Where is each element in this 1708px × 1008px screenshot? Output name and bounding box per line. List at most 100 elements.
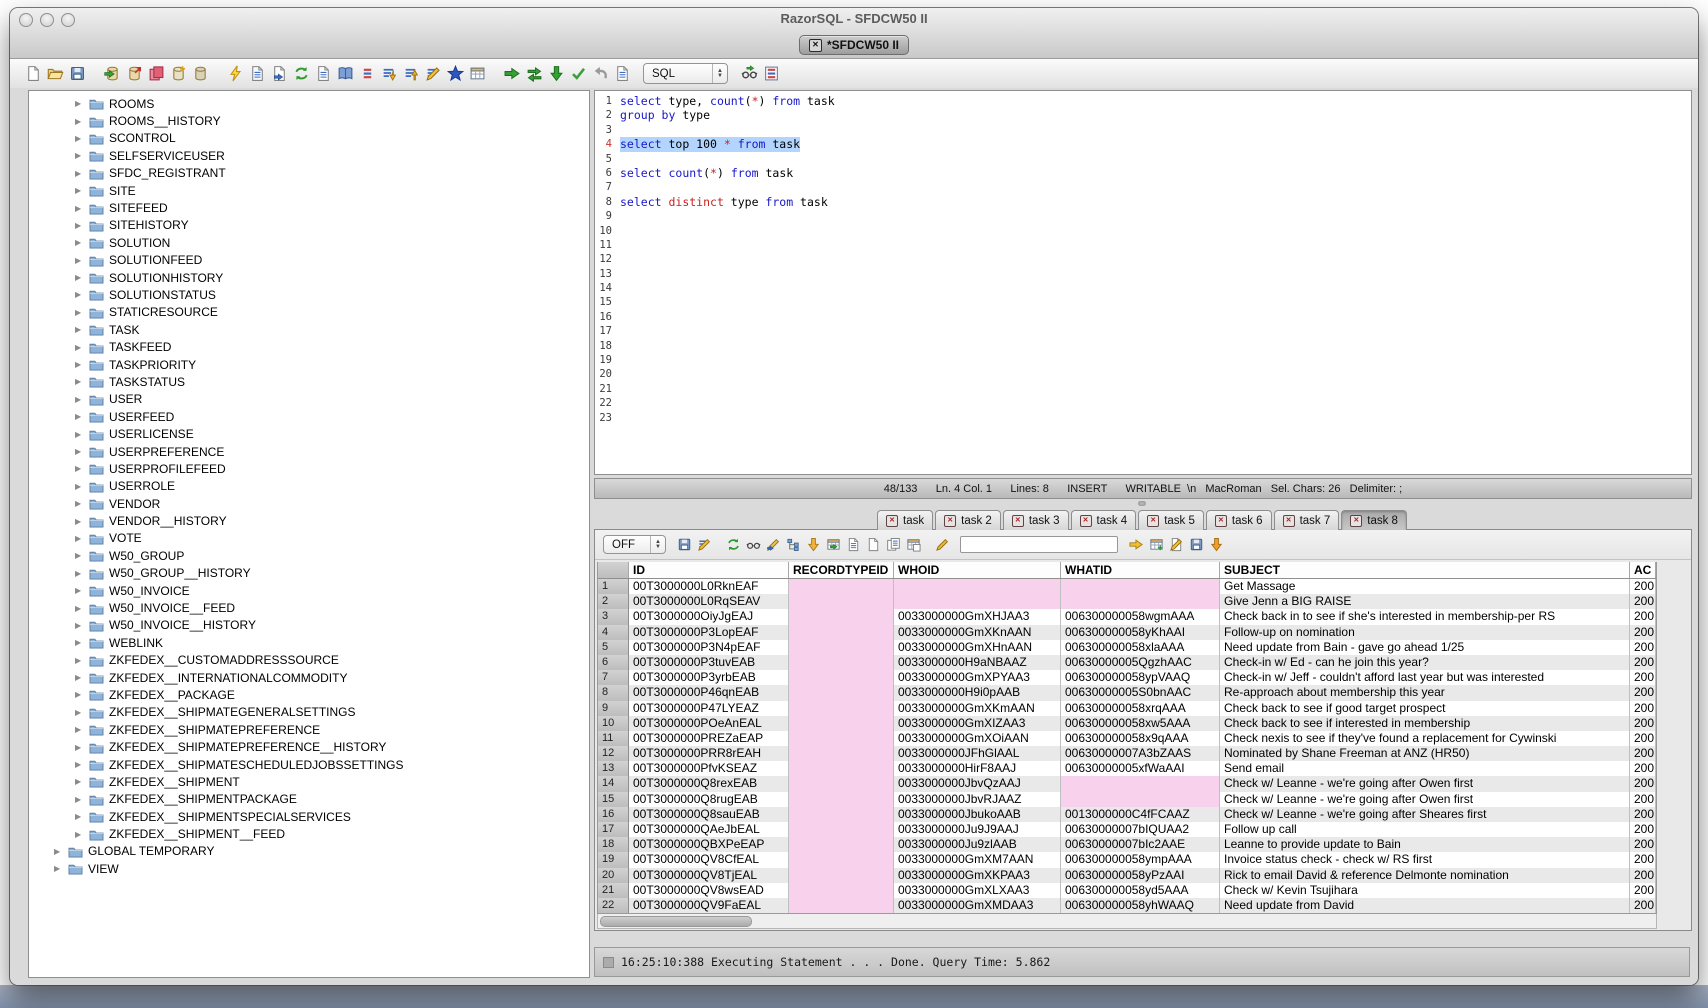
cell-ac[interactable]: 200 — [1630, 822, 1656, 837]
cell-recordtypeid[interactable] — [789, 746, 894, 761]
expand-icon[interactable]: ▶ — [75, 204, 87, 213]
expand-icon[interactable]: ▶ — [75, 308, 87, 317]
cell-whoid[interactable]: 0033000000H9i0pAAB — [894, 685, 1061, 700]
cell-ac[interactable]: 200 — [1630, 670, 1656, 685]
expand-icon[interactable]: ▶ — [54, 864, 66, 873]
expand-icon[interactable]: ▶ — [75, 604, 87, 613]
cell-whatid[interactable]: 006300000058ypVAAQ — [1061, 670, 1220, 685]
download-icon[interactable] — [1206, 535, 1226, 554]
close-tab-icon[interactable]: ✕ — [1283, 515, 1295, 527]
query-log-icon[interactable] — [611, 63, 633, 84]
expand-icon[interactable]: ▶ — [75, 708, 87, 717]
cell-rownum[interactable]: 13 — [598, 761, 629, 776]
cell-id[interactable]: 00T3000000QBXPeEAP — [629, 837, 789, 852]
edit-cell-icon[interactable] — [763, 535, 783, 554]
fetch-down-icon[interactable] — [545, 63, 567, 84]
expand-icon[interactable]: ▶ — [75, 134, 87, 143]
cell-whoid[interactable]: 0033000000JbukoAAB — [894, 807, 1061, 822]
expand-icon[interactable]: ▶ — [75, 656, 87, 665]
tree-item-rooms-history[interactable]: ▶ROOMS__HISTORY — [29, 112, 589, 129]
expand-icon[interactable]: ▶ — [75, 238, 87, 247]
cell-subject[interactable]: Send email — [1220, 761, 1630, 776]
tree-item-solutionfeed[interactable]: ▶SOLUTIONFEED — [29, 252, 589, 269]
expand-icon[interactable]: ▶ — [75, 812, 87, 821]
cell-rownum[interactable]: 22 — [598, 898, 629, 913]
expand-icon[interactable]: ▶ — [75, 99, 87, 108]
tree-item-weblink[interactable]: ▶WEBLINK — [29, 634, 589, 651]
export-results-icon[interactable] — [1146, 535, 1166, 554]
cell-rownum[interactable]: 3 — [598, 609, 629, 624]
titlebar[interactable]: RazorSQL - SFDCW50 II — [10, 8, 1698, 30]
cell-recordtypeid[interactable] — [789, 670, 894, 685]
expand-icon[interactable]: ▶ — [75, 795, 87, 804]
results-hscrollbar[interactable] — [597, 914, 1657, 929]
cell-ac[interactable]: 200 — [1630, 792, 1656, 807]
tree-item-solutionhistory[interactable]: ▶SOLUTIONHISTORY — [29, 269, 589, 286]
form-view-icon[interactable] — [843, 535, 863, 554]
result-tab-task-7[interactable]: ✕task 7 — [1274, 510, 1340, 530]
edit-query-icon[interactable] — [422, 63, 444, 84]
tree-item-zkfedex-shipmentspecialservices[interactable]: ▶ZKFEDEX__SHIPMENTSPECIALSERVICES — [29, 808, 589, 825]
cell-id[interactable]: 00T3000000QV8CfEAL — [629, 852, 789, 867]
refresh-schema-icon[interactable] — [290, 63, 312, 84]
expand-icon[interactable]: ▶ — [75, 325, 87, 334]
expand-icon[interactable]: ▶ — [75, 117, 87, 126]
cell-ac[interactable]: 200 — [1630, 609, 1656, 624]
tree-item-userfeed[interactable]: ▶USERFEED — [29, 408, 589, 425]
tree-item-w50-invoice-feed[interactable]: ▶W50_INVOICE__FEED — [29, 599, 589, 616]
cell-recordtypeid[interactable] — [789, 868, 894, 883]
tree-item-zkfedex-package[interactable]: ▶ZKFEDEX__PACKAGE — [29, 686, 589, 703]
filter-sort-icon[interactable] — [694, 535, 714, 554]
cell-whoid[interactable]: 0033000000GmXLXAA3 — [894, 883, 1061, 898]
expand-icon[interactable]: ▶ — [75, 377, 87, 386]
cell-rownum[interactable]: 6 — [598, 655, 629, 670]
expand-icon[interactable]: ▶ — [75, 690, 87, 699]
expand-icon[interactable]: ▶ — [75, 621, 87, 630]
cell-rownum[interactable]: 18 — [598, 837, 629, 852]
cell-id[interactable]: 00T3000000P46qnEAB — [629, 685, 789, 700]
view-row-icon[interactable] — [743, 535, 763, 554]
tree-item-vote[interactable]: ▶VOTE — [29, 530, 589, 547]
cell-subject[interactable]: Follow-up on nomination — [1220, 625, 1630, 640]
tree-item-vendor[interactable]: ▶VENDOR — [29, 495, 589, 512]
expand-icon[interactable]: ▶ — [75, 760, 87, 769]
cell-whoid[interactable]: 0033000000JbvRJAAZ — [894, 792, 1061, 807]
close-tab-icon[interactable]: ✕ — [1350, 515, 1362, 527]
statement-type-select[interactable]: SQL ▲▼ — [643, 63, 728, 84]
cell-id[interactable]: 00T3000000Q8rexEAB — [629, 776, 789, 791]
cell-subject[interactable]: Rick to email David & reference Delmonte… — [1220, 868, 1630, 883]
cell-subject[interactable]: Invoice status check - check w/ RS first — [1220, 852, 1630, 867]
cell-subject[interactable]: Leanne to provide update to Bain — [1220, 837, 1630, 852]
expand-icon[interactable]: ▶ — [75, 447, 87, 456]
expand-icon[interactable]: ▶ — [75, 290, 87, 299]
cell-whoid[interactable]: 0033000000GmXMDAA3 — [894, 898, 1061, 913]
cell-rownum[interactable]: 5 — [598, 640, 629, 655]
expand-icon[interactable]: ▶ — [75, 343, 87, 352]
cell-id[interactable]: 00T3000000P3tuvEAB — [629, 655, 789, 670]
compare-icon[interactable] — [523, 63, 545, 84]
cell-id[interactable]: 00T3000000P3yrbEAB — [629, 670, 789, 685]
cell-whatid[interactable]: 006300000058yKhAAI — [1061, 625, 1220, 640]
tree-view-icon[interactable] — [783, 535, 803, 554]
cell-whoid[interactable] — [894, 594, 1061, 609]
tree-item-w50-group-history[interactable]: ▶W50_GROUP__HISTORY — [29, 565, 589, 582]
expand-icon[interactable]: ▶ — [75, 151, 87, 160]
cell-recordtypeid[interactable] — [789, 716, 894, 731]
tree-item-task[interactable]: ▶TASK — [29, 321, 589, 338]
document-tab[interactable]: ✕ *SFDCW50 II — [799, 35, 909, 55]
tree-item-zkfedex-customaddresssource[interactable]: ▶ZKFEDEX__CUSTOMADDRESSSOURCE — [29, 652, 589, 669]
expand-icon[interactable]: ▶ — [75, 777, 87, 786]
cell-subject[interactable]: Follow up call — [1220, 822, 1630, 837]
describe-table-icon[interactable] — [312, 63, 334, 84]
cell-whoid[interactable]: 0033000000GmXM7AAN — [894, 852, 1061, 867]
expand-icon[interactable]: ▶ — [75, 499, 87, 508]
cell-recordtypeid[interactable] — [789, 655, 894, 670]
close-connection-icon[interactable] — [145, 63, 167, 84]
expand-icon[interactable]: ▶ — [75, 186, 87, 195]
column-header-WHATID[interactable]: WHATID — [1061, 562, 1220, 578]
cell-subject[interactable]: Need update from Bain - gave go ahead 1/… — [1220, 640, 1630, 655]
close-tab-icon[interactable]: ✕ — [886, 515, 898, 527]
cell-ac[interactable]: 200 — [1630, 640, 1656, 655]
tree-item-userrole[interactable]: ▶USERROLE — [29, 478, 589, 495]
tree-item-userpreference[interactable]: ▶USERPREFERENCE — [29, 443, 589, 460]
